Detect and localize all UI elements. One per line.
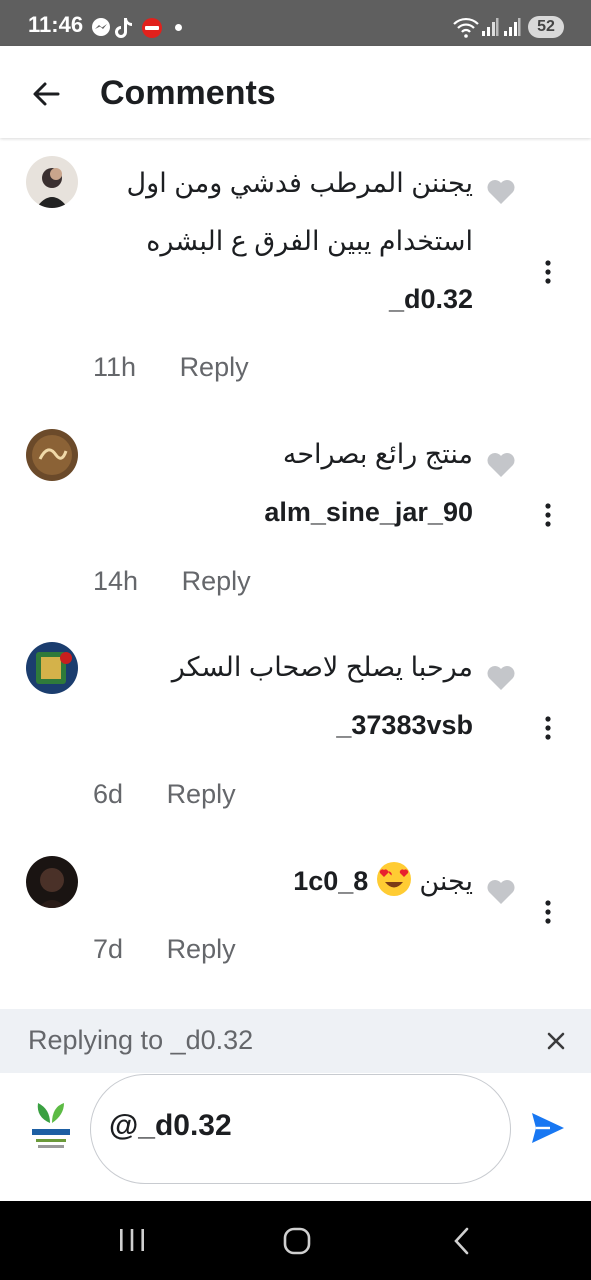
app-header: Comments [0,46,591,138]
tiktok-icon [115,18,132,38]
replying-to-label: Replying to _d0.32 [28,1025,254,1055]
comment-username[interactable]: alm_sine_jar_90 [264,497,473,527]
comment-input-value: @_d0.32 [109,1109,232,1142]
replying-bar: Replying to _d0.32 [0,1009,591,1073]
page-title: Comments [100,74,276,112]
more-options-icon[interactable] [534,898,562,926]
heart-eyes-emoji [376,862,411,896]
reply-button[interactable]: Reply [182,566,251,596]
back-icon[interactable] [452,1227,472,1255]
comment-message: يجنن [419,866,473,896]
comment-input[interactable]: @_d0.32 [90,1074,511,1184]
heart-icon[interactable] [486,452,516,478]
avatar[interactable] [26,642,78,694]
comment-time: 7d [93,934,124,964]
comment-text: مرحبا يصلح لاصحاب السكر _37383vsb [93,638,473,754]
comment-time: 11h [93,352,137,382]
comment-meta: 6d Reply [93,779,236,810]
heart-icon[interactable] [486,179,516,205]
comment-text: يجننن المرطب فدشي ومن اول استخدام يبين ا… [93,154,473,328]
comment-message: يجننن المرطب فدشي ومن اول استخدام يبين ا… [126,168,473,256]
more-options-icon[interactable] [534,258,562,286]
comment-time: 6d [93,779,124,809]
page-logo [28,1097,74,1155]
home-icon[interactable] [283,1227,311,1255]
system-nav-bar [0,1201,591,1280]
avatar[interactable] [26,429,78,481]
avatar[interactable] [26,856,78,908]
reply-button[interactable]: Reply [180,352,249,382]
comment-meta: 7d Reply [93,934,236,965]
comment-meta: 14h Reply [93,566,251,597]
status-bar: 11:46 52 [0,0,591,46]
comment-meta: 11h Reply [93,352,249,383]
signal-icon [482,18,499,36]
arrow-left-icon[interactable] [26,74,66,114]
dot-icon [175,24,182,31]
reply-button[interactable]: Reply [167,934,236,964]
recent-apps-icon[interactable] [118,1227,146,1253]
battery-icon: 52 [528,16,564,38]
send-icon[interactable] [530,1111,566,1145]
wifi-icon [453,17,479,38]
comment-text: منتج رائع بصراحه alm_sine_jar_90 [93,425,473,541]
close-icon[interactable] [544,1029,568,1053]
comment-username[interactable]: _d0.32 [389,284,473,314]
comment-username[interactable]: _37383vsb [336,710,473,740]
status-time: 11:46 [28,12,84,37]
messenger-icon [92,18,110,36]
heart-icon[interactable] [486,879,516,905]
comment-message: منتج رائع بصراحه [282,439,473,469]
avatar[interactable] [26,156,78,208]
reply-button[interactable]: Reply [167,779,236,809]
comment-composer: @_d0.32 [0,1073,591,1201]
heart-icon[interactable] [486,665,516,691]
app-icon [142,18,162,38]
comment-text: يجنن 1c0_8 [93,852,473,910]
comment-message: مرحبا يصلح لاصحاب السكر [171,652,473,682]
more-options-icon[interactable] [534,714,562,742]
more-options-icon[interactable] [534,501,562,529]
signal-icon [504,18,521,36]
comment-username[interactable]: 1c0_8 [293,866,368,896]
comment-time: 14h [93,566,139,596]
